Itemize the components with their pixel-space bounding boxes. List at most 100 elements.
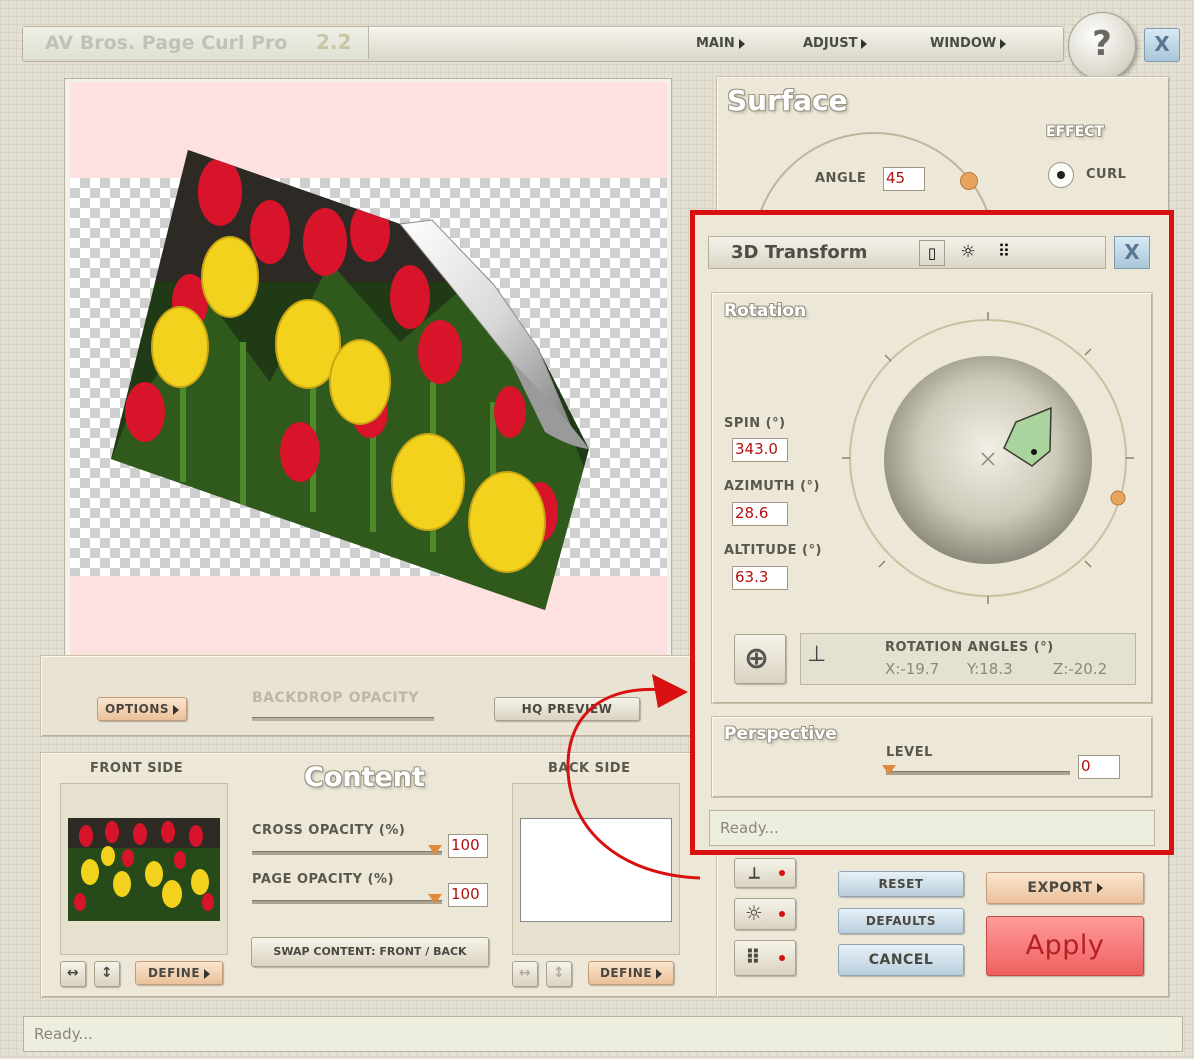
angle-input[interactable]: 45 <box>883 167 925 191</box>
front-side-label: FRONT SIDE <box>90 761 184 776</box>
light-tool-button[interactable]: ☼ <box>734 898 796 930</box>
curled-photo <box>111 150 589 610</box>
chevron-right-icon <box>173 704 180 715</box>
backdrop-opacity-label: BACKDROP OPACITY <box>252 690 419 706</box>
content-title: Content <box>304 762 425 793</box>
defaults-button[interactable]: DEFAULTS <box>838 908 964 934</box>
red-dot-icon <box>779 870 785 876</box>
page-opacity-label: PAGE OPACITY (%) <box>252 872 395 887</box>
export-label: EXPORT <box>1027 880 1093 896</box>
rotation-y-value: Y:18.3 <box>967 660 1013 678</box>
cancel-button[interactable]: CANCEL <box>838 944 964 976</box>
axes-icon: ⊥ <box>807 642 827 667</box>
chevron-right-icon <box>656 968 663 979</box>
help-button[interactable]: ? <box>1068 12 1136 80</box>
menu-window-label: WINDOW <box>930 36 997 51</box>
page-opacity-thumb[interactable] <box>428 894 442 904</box>
sun-icon: ☼ <box>745 901 764 925</box>
options-button[interactable]: OPTIONS <box>97 697 187 721</box>
rotation-angles-label: ROTATION ANGLES (°) <box>885 640 1054 655</box>
chevron-right-icon <box>738 38 745 49</box>
surface-title: Surface <box>727 84 848 117</box>
effect-label: EFFECT <box>1046 124 1105 140</box>
title-tab: AV Bros. Page Curl Pro 2.2 <box>23 27 369 59</box>
axis-icon: ⟂ <box>749 863 761 882</box>
crosshair-icon: ⊕ <box>744 641 770 676</box>
level-thumb[interactable] <box>882 765 896 775</box>
back-flip-horizontal-button[interactable]: ↔ <box>512 961 538 987</box>
red-dot-icon <box>779 955 785 961</box>
cross-opacity-input[interactable]: 100 <box>448 834 488 858</box>
flip-horizontal-icon: ↔ <box>518 965 532 981</box>
page-opacity-slider[interactable] <box>252 900 442 904</box>
transform-close-button[interactable]: X <box>1114 236 1150 269</box>
flip-vertical-button[interactable]: ↕ <box>94 961 120 987</box>
grid-dots-icon: ⠿ <box>997 242 1011 262</box>
cross-opacity-thumb[interactable] <box>428 845 442 855</box>
cross-opacity-label: CROSS OPACITY (%) <box>252 823 406 838</box>
rotation-title: Rotation <box>724 301 807 321</box>
spin-label: SPIN (°) <box>724 416 786 431</box>
grid-tool-button[interactable]: ⠿ <box>734 940 796 976</box>
backdrop-opacity-slider[interactable] <box>252 717 434 721</box>
level-label: LEVEL <box>886 745 933 760</box>
flip-horizontal-icon: ↔ <box>66 965 80 981</box>
page-icon: ▯ <box>927 244 937 262</box>
reset-label: RESET <box>878 877 924 891</box>
flip-vertical-icon: ↕ <box>552 965 566 981</box>
transform-title: 3D Transform <box>731 242 868 263</box>
front-define-button[interactable]: DEFINE <box>135 961 223 985</box>
close-button[interactable]: X <box>1144 28 1180 62</box>
menu-main[interactable]: MAIN <box>696 36 745 51</box>
chevron-right-icon <box>204 968 211 979</box>
rotation-trackball[interactable] <box>838 306 1138 606</box>
sun-icon: ☼ <box>960 242 976 262</box>
effect-curl-radio[interactable] <box>1048 162 1074 188</box>
export-button[interactable]: EXPORT <box>986 872 1144 904</box>
cross-opacity-slider[interactable] <box>252 851 442 855</box>
altitude-input[interactable]: 63.3 <box>732 566 788 590</box>
chevron-right-icon <box>1096 883 1103 893</box>
transform-titlebar: 3D Transform ▯ ☼ ⠿ <box>708 236 1106 269</box>
page-view-button[interactable]: ▯ <box>919 240 945 266</box>
front-define-label: DEFINE <box>147 966 201 980</box>
close-icon: X <box>1124 240 1140 264</box>
perspective-title: Perspective <box>724 724 837 744</box>
level-input[interactable]: 0 <box>1078 755 1120 779</box>
azimuth-input[interactable]: 28.6 <box>732 502 788 526</box>
defaults-label: DEFAULTS <box>865 914 937 928</box>
menu-window[interactable]: WINDOW <box>930 36 1007 51</box>
menu-adjust[interactable]: ADJUST <box>803 36 868 51</box>
chevron-right-icon <box>1000 38 1007 49</box>
angle-handle[interactable] <box>960 172 978 190</box>
red-dot-icon <box>779 911 785 917</box>
apply-button[interactable]: Apply <box>986 916 1144 976</box>
transform-status: Ready... <box>709 810 1155 846</box>
angle-label: ANGLE <box>815 171 867 186</box>
back-flip-vertical-button[interactable]: ↕ <box>546 961 572 987</box>
reset-button[interactable]: RESET <box>838 871 964 897</box>
page-opacity-input[interactable]: 100 <box>448 883 488 907</box>
shape-tool-button[interactable]: ⟂ <box>734 858 796 888</box>
flip-horizontal-button[interactable]: ↔ <box>60 961 86 987</box>
effect-curl-label: CURL <box>1086 167 1127 182</box>
cancel-label: CANCEL <box>868 952 934 968</box>
app-version: 2.2 <box>316 30 352 54</box>
preview-canvas[interactable] <box>70 82 667 678</box>
flip-vertical-icon: ↕ <box>100 965 114 981</box>
reset-rotation-button[interactable]: ⊕ <box>734 634 786 684</box>
azimuth-label: AZIMUTH (°) <box>724 479 820 494</box>
back-define-button[interactable]: DEFINE <box>588 961 674 985</box>
status-bar: Ready... <box>23 1016 1183 1052</box>
close-icon: X <box>1154 32 1170 56</box>
altitude-label: ALTITUDE (°) <box>724 543 822 558</box>
chevron-right-icon <box>861 38 868 49</box>
help-icon: ? <box>1092 24 1112 64</box>
front-side-thumbnail[interactable] <box>68 818 220 921</box>
spin-input[interactable]: 343.0 <box>732 438 788 462</box>
level-slider[interactable] <box>886 771 1070 775</box>
rotation-x-value: X:-19.7 <box>885 660 940 678</box>
grid-view-button[interactable]: ⠿ <box>991 240 1017 266</box>
light-view-button[interactable]: ☼ <box>955 240 981 266</box>
swap-content-button[interactable]: SWAP CONTENT: FRONT / BACK <box>251 937 489 967</box>
